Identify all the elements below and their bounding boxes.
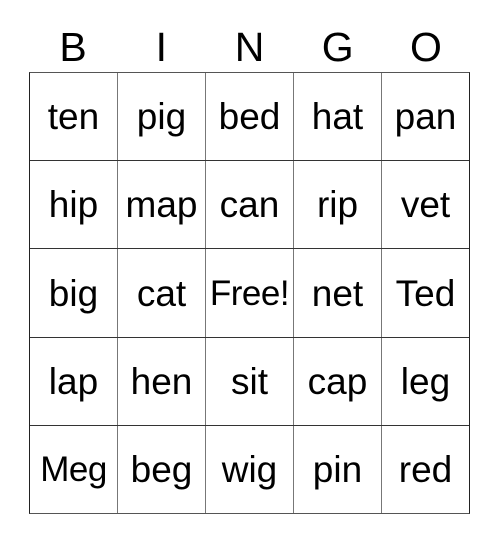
bingo-cell-label: map bbox=[125, 184, 198, 226]
bingo-cell-label: cat bbox=[136, 272, 187, 314]
bingo-header-letter-o: O bbox=[409, 23, 442, 70]
bingo-header-letter-n: N bbox=[234, 23, 265, 70]
bingo-cell-label: rip bbox=[316, 184, 359, 226]
bingo-cell[interactable]: pan bbox=[382, 73, 469, 160]
bingo-cell-label: vet bbox=[400, 184, 451, 226]
bingo-row: Meg beg wig pin red bbox=[30, 425, 469, 514]
bingo-cell-label: red bbox=[398, 448, 453, 490]
bingo-cell-label: bed bbox=[218, 96, 281, 138]
bingo-cell[interactable]: pig bbox=[118, 73, 206, 161]
bingo-cell-label: hen bbox=[130, 360, 193, 402]
bingo-cell-label: big bbox=[48, 272, 99, 314]
bingo-cell[interactable]: can bbox=[206, 161, 294, 249]
bingo-cell-label: lap bbox=[48, 360, 99, 402]
bingo-header-letter-b: B bbox=[59, 23, 87, 70]
bingo-cell[interactable]: leg bbox=[382, 338, 469, 425]
bingo-cell[interactable]: lap bbox=[30, 337, 118, 425]
bingo-grid: ten pig bed hat pan hip map can rip vet … bbox=[29, 72, 470, 514]
bingo-cell[interactable]: big bbox=[30, 249, 118, 337]
bingo-cell-label: leg bbox=[400, 360, 451, 402]
bingo-free-space-label: Free! bbox=[209, 273, 290, 313]
bingo-cell[interactable]: map bbox=[118, 161, 206, 249]
bingo-card: B I N G O ten pig bed hat pan hip map ca… bbox=[0, 0, 500, 544]
bingo-cell[interactable]: bed bbox=[206, 73, 294, 161]
bingo-cell-label: wig bbox=[221, 448, 278, 490]
bingo-cell[interactable]: ten bbox=[30, 73, 118, 161]
bingo-cell[interactable]: cap bbox=[294, 337, 382, 425]
bingo-cell-label: beg bbox=[130, 448, 193, 490]
bingo-cell[interactable]: red bbox=[382, 426, 469, 513]
bingo-row: lap hen sit cap leg bbox=[30, 337, 469, 426]
bingo-row: ten pig bed hat pan bbox=[30, 73, 469, 162]
bingo-cell-label: pin bbox=[312, 448, 363, 490]
bingo-cell-label: Ted bbox=[395, 272, 456, 314]
bingo-cell[interactable]: sit bbox=[206, 337, 294, 425]
bingo-cell[interactable]: net bbox=[294, 249, 382, 337]
bingo-free-space-cell[interactable]: Free! bbox=[206, 249, 294, 337]
bingo-cell[interactable]: Meg bbox=[30, 425, 118, 514]
bingo-header-letter-g: G bbox=[321, 23, 354, 70]
bingo-header-letter-i: I bbox=[155, 23, 167, 70]
bingo-cell-label: hip bbox=[48, 184, 99, 226]
bingo-cell[interactable]: beg bbox=[118, 425, 206, 514]
bingo-cell[interactable]: rip bbox=[294, 161, 382, 249]
bingo-cell[interactable]: hip bbox=[30, 161, 118, 249]
bingo-cell[interactable]: hat bbox=[294, 73, 382, 161]
bingo-cell[interactable]: pin bbox=[294, 425, 382, 514]
bingo-cell-label: hat bbox=[311, 96, 364, 138]
bingo-cell[interactable]: hen bbox=[118, 337, 206, 425]
bingo-cell[interactable]: cat bbox=[118, 249, 206, 337]
bingo-row: hip map can rip vet bbox=[30, 161, 469, 250]
bingo-cell-label: can bbox=[219, 184, 280, 226]
bingo-cell-label: Meg bbox=[40, 449, 107, 489]
bingo-cell-label: ten bbox=[47, 96, 100, 138]
bingo-cell-label: cap bbox=[307, 360, 368, 402]
bingo-cell-label: sit bbox=[231, 360, 268, 402]
bingo-cell[interactable]: vet bbox=[382, 161, 469, 248]
bingo-cell-label: pig bbox=[136, 96, 187, 138]
bingo-cell-label: net bbox=[311, 272, 364, 314]
bingo-cell[interactable]: Ted bbox=[382, 249, 469, 336]
bingo-row: big cat Free! net Ted bbox=[30, 249, 469, 338]
bingo-cell[interactable]: wig bbox=[206, 425, 294, 514]
bingo-cell-label: pan bbox=[394, 96, 457, 138]
bingo-header-row: B I N G O bbox=[29, 22, 470, 72]
